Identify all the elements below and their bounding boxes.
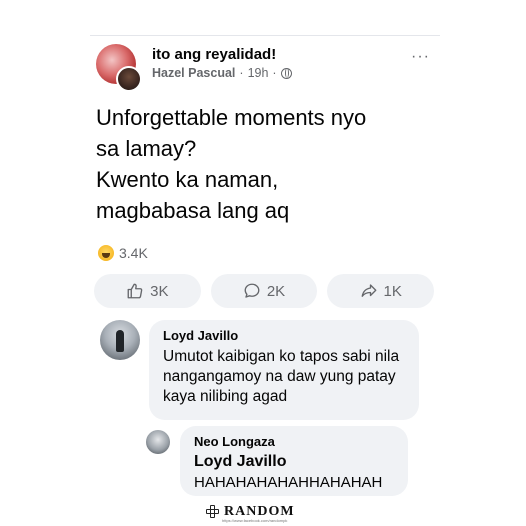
mention-link[interactable]: Loyd Javillo xyxy=(194,453,394,471)
post-text-line: Unforgettable moments nyo xyxy=(96,105,367,130)
post-body: Unforgettable moments nyo sa lamay? Kwen… xyxy=(96,102,436,226)
reply-bubble: Neo Longaza Loyd Javillo HAHAHAHAHAHHAHA… xyxy=(180,426,408,496)
comment-text-line: nangangamoy na daw yung patay xyxy=(163,368,396,385)
post-text-line: sa lamay? xyxy=(96,136,197,161)
top-divider xyxy=(90,35,440,36)
comment: Loyd Javillo Umutot kaibigan ko tapos sa… xyxy=(100,320,430,420)
user-avatar[interactable] xyxy=(116,66,142,92)
more-options-icon[interactable]: ··· xyxy=(411,48,430,66)
share-arrow-icon xyxy=(361,284,376,297)
globe-icon xyxy=(280,67,292,79)
comment-bubble: Loyd Javillo Umutot kaibigan ko tapos sa… xyxy=(149,320,419,420)
action-bar: 3K 2K 1K xyxy=(94,274,435,308)
replier-name-link[interactable]: Neo Longaza xyxy=(194,434,394,449)
post-text-line: Kwento ka naman, xyxy=(96,167,279,192)
author-name-link[interactable]: Hazel Pascual xyxy=(152,66,235,80)
share-count: 1K xyxy=(383,282,402,300)
post-meta: Hazel Pascual · 19h · xyxy=(152,66,292,80)
commenter-name-link[interactable]: Loyd Javillo xyxy=(163,328,405,343)
meta-separator: · xyxy=(272,66,277,80)
comment-text-line: Umutot kaibigan ko tapos sabi nila xyxy=(163,348,400,365)
comment-button[interactable]: 2K xyxy=(210,274,318,308)
thumbs-up-icon xyxy=(127,283,143,299)
commenter-avatar[interactable] xyxy=(100,320,140,360)
comment-count: 2K xyxy=(266,282,286,300)
reaction-summary[interactable]: 3.4K xyxy=(98,245,148,261)
reply-comment: Neo Longaza Loyd Javillo HAHAHAHAHAHHAHA… xyxy=(146,426,416,496)
post-text-line: magbabasa lang aq xyxy=(96,198,290,223)
watermark-subtext: https://www.facebook.com/randompk xyxy=(222,518,288,523)
reaction-count: 3.4K xyxy=(119,245,148,261)
haha-reaction-icon xyxy=(98,245,114,261)
replier-avatar[interactable] xyxy=(146,430,170,454)
comment-text-line: kaya nilibing agad xyxy=(163,388,288,405)
like-count: 3K xyxy=(150,282,169,300)
comment-icon xyxy=(244,283,260,298)
random-logo-icon xyxy=(206,505,220,519)
like-button[interactable]: 3K xyxy=(94,274,201,308)
post-time-link[interactable]: 19h xyxy=(248,66,269,80)
meta-separator: · xyxy=(239,66,244,80)
reply-text: HAHAHAHAHAHHAHAHAH xyxy=(194,474,383,491)
share-button[interactable]: 1K xyxy=(327,274,435,308)
group-name-link[interactable]: ito ang reyalidad! xyxy=(152,46,276,63)
post-header: ito ang reyalidad! Hazel Pascual · 19h ·… xyxy=(96,44,436,94)
avatar-stack[interactable] xyxy=(96,44,142,92)
